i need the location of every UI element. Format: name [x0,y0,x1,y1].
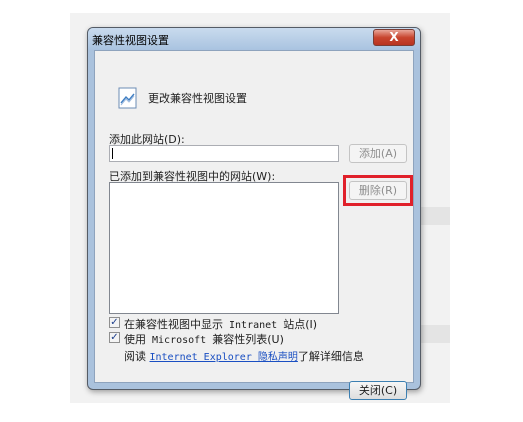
use-ms-list-label: 使用 Microsoft 兼容性列表(U) [124,333,284,346]
add-site-input[interactable] [109,145,339,162]
add-button[interactable]: 添加(A) [349,144,407,163]
privacy-suffix: 了解详细信息 [297,350,364,363]
show-intranet-checkbox[interactable]: ✓ [109,317,120,328]
privacy-statement-row: 阅读 Internet Explorer 隐私声明了解详细信息 [124,348,364,364]
title-bar[interactable]: 兼容性视图设置 X [88,28,420,50]
document-compat-icon [118,87,137,109]
close-icon: X [389,30,399,44]
remove-button-highlight [343,175,413,206]
window-title: 兼容性视图设置 [92,34,169,47]
window-close-button[interactable]: X [373,29,415,46]
privacy-statement-link[interactable]: Internet Explorer 隐私声明 [150,352,298,363]
dialog-heading: 更改兼容性视图设置 [148,92,247,105]
compat-view-dialog: 兼容性视图设置 X 更改兼容性视图设置 添加此网站(D): 添加(A) 已添加到… [87,27,421,400]
site-list[interactable] [109,182,339,314]
text-caret [112,148,113,159]
use-ms-list-checkbox[interactable]: ✓ [109,332,120,343]
show-intranet-label: 在兼容性视图中显示 Intranet 站点(I) [124,318,318,331]
privacy-prefix: 阅读 [124,350,146,363]
close-dialog-button[interactable]: 关闭(C) [349,381,407,400]
dialog-client-area: 更改兼容性视图设置 添加此网站(D): 添加(A) 已添加到兼容性视图中的网站(… [94,50,414,400]
